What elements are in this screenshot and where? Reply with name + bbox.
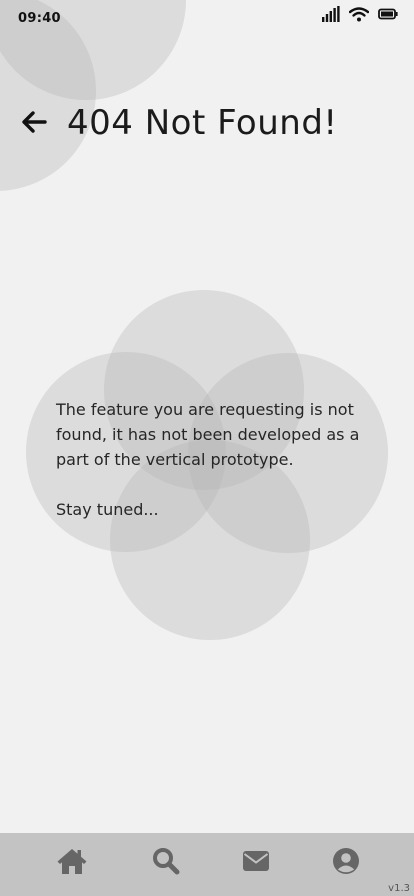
nav-search-button[interactable] [146, 847, 186, 879]
mail-icon [242, 850, 270, 876]
page-title: 404 Not Found! [67, 103, 338, 143]
home-icon [56, 847, 88, 879]
back-button[interactable] [18, 110, 50, 138]
status-icons [322, 6, 398, 22]
message-text: The feature you are requesting is not fo… [56, 400, 360, 469]
wifi-icon [349, 6, 369, 22]
arrow-left-icon [21, 111, 47, 137]
nav-mail-button[interactable] [236, 847, 276, 879]
battery-icon [378, 8, 398, 20]
nav-home-button[interactable] [52, 847, 92, 879]
status-bar: 09:40 [0, 0, 414, 36]
signal-icon [322, 6, 340, 22]
bottom-nav: v1.3 [0, 833, 414, 896]
profile-icon [332, 847, 360, 879]
status-time: 09:40 [18, 11, 61, 26]
screen: 09:40 404 Not Found! The feature you are… [0, 0, 414, 896]
version-label: v1.3 [388, 883, 410, 894]
header: 404 Not Found! [0, 98, 414, 150]
stay-tuned-text: Stay tuned... [56, 500, 159, 519]
search-icon [152, 847, 180, 879]
not-found-message: The feature you are requesting is not fo… [56, 397, 386, 522]
nav-profile-button[interactable] [326, 847, 366, 879]
